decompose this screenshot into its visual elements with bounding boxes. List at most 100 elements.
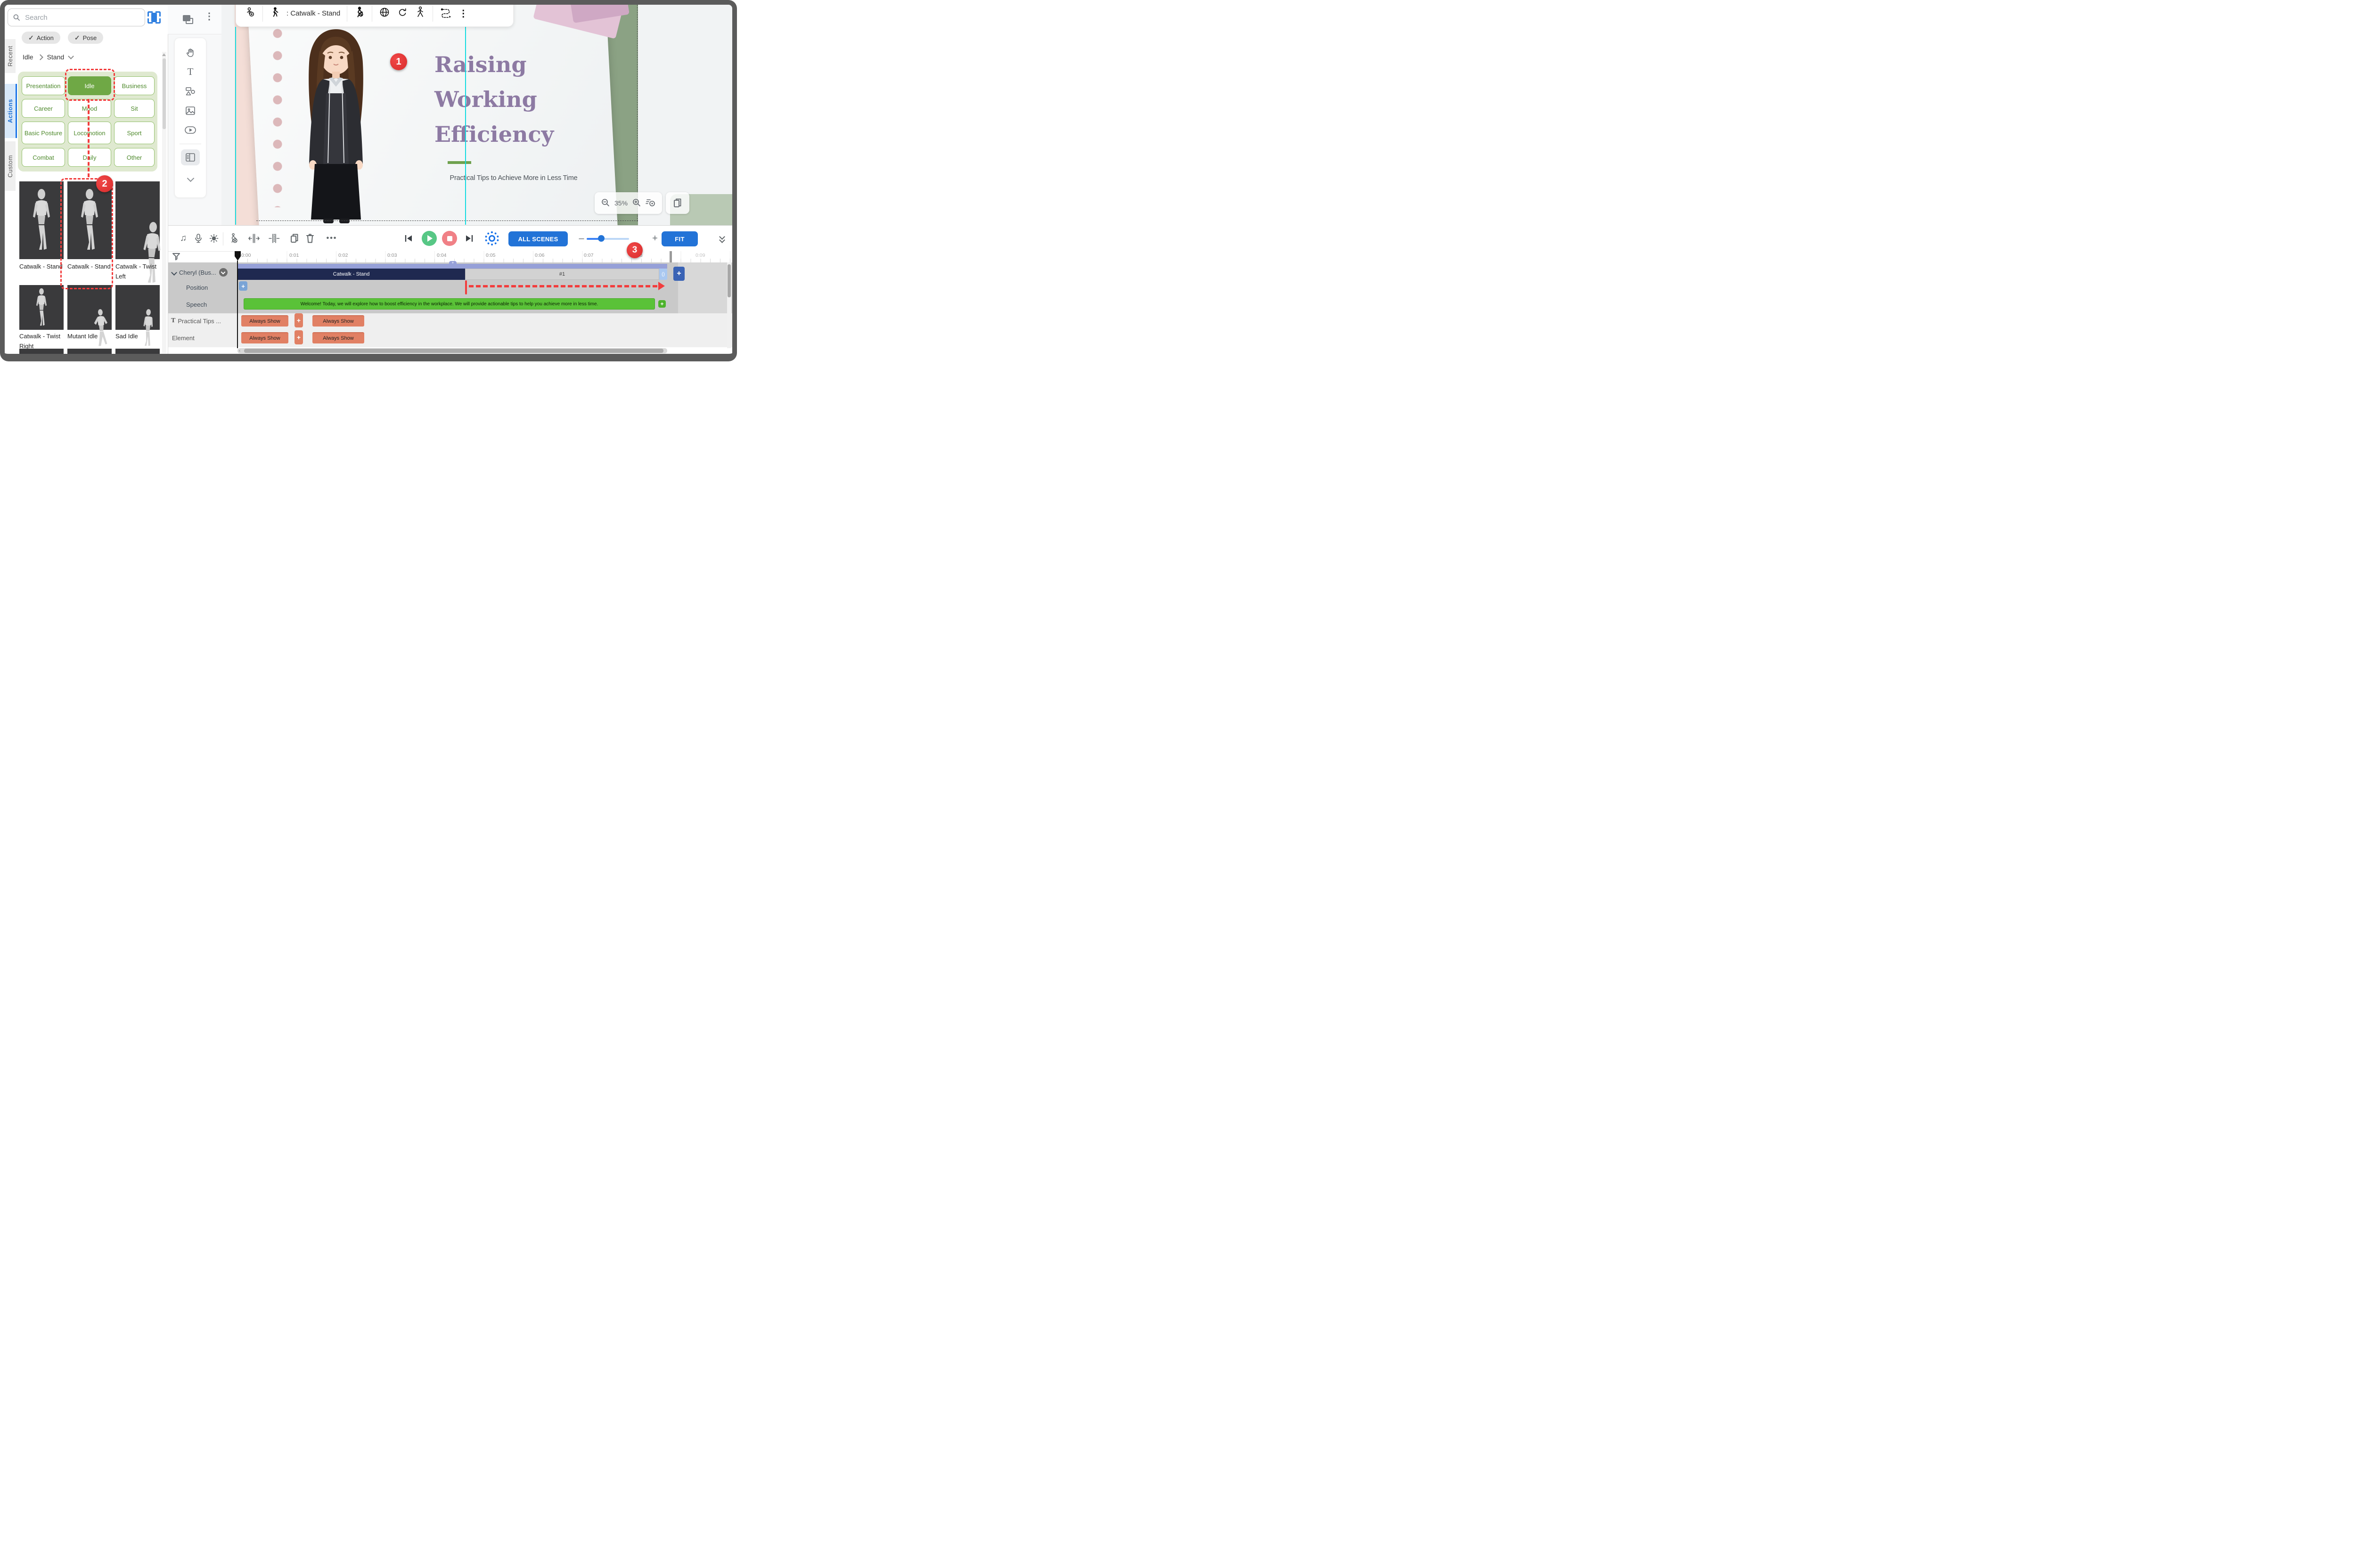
category-daily[interactable]: Daily: [68, 148, 111, 167]
pose-reset-icon[interactable]: [415, 6, 426, 21]
split-left-icon[interactable]: [247, 231, 261, 245]
category-career[interactable]: Career: [22, 99, 65, 118]
always-show-chip[interactable]: Always Show: [241, 332, 288, 343]
walk-action-icon[interactable]: [270, 7, 280, 20]
speech-clip[interactable]: Welcome! Today, we will explore how to b…: [244, 298, 655, 310]
zoom-in-icon[interactable]: [632, 198, 641, 209]
filter-chip-action[interactable]: ✓Action: [22, 32, 60, 44]
clip-stretch-handle[interactable]: (): [659, 269, 667, 280]
add-element-keyframe[interactable]: +: [294, 330, 303, 344]
thumbnail-mutant-idle[interactable]: [67, 285, 112, 330]
collapse-double-chevron[interactable]: [715, 231, 729, 245]
track-label-position[interactable]: Position: [186, 284, 208, 291]
category-combat[interactable]: Combat: [22, 148, 65, 167]
brightness-icon[interactable]: [207, 231, 221, 245]
copy-icon[interactable]: [287, 231, 302, 245]
video-tool[interactable]: [181, 122, 200, 138]
thumbnail-catwalk-twist-right[interactable]: [19, 285, 64, 330]
breadcrumb-parent[interactable]: Idle: [23, 53, 33, 61]
chevron-down-icon[interactable]: [68, 53, 74, 59]
timeline-vscrollbar[interactable]: [727, 262, 731, 348]
tab-custom[interactable]: Custom: [4, 141, 16, 191]
tab-actions[interactable]: Actions: [4, 84, 17, 138]
character-avatar[interactable]: [286, 23, 385, 225]
rotate-icon[interactable]: [397, 7, 408, 20]
skip-start-icon[interactable]: [401, 231, 416, 245]
timeline-ruler[interactable]: 0:00 0:01 0:02 0:03 0:04 0:05 0:06 0:07 …: [237, 251, 732, 263]
more-options-icon[interactable]: ⋮: [458, 8, 468, 19]
layers-icon[interactable]: [183, 15, 193, 24]
add-keyframe-tab[interactable]: +: [449, 261, 457, 265]
zoom-percent[interactable]: 35%: [614, 199, 628, 207]
track-label-element[interactable]: Element: [172, 335, 195, 342]
text-tool[interactable]: T: [181, 64, 200, 80]
search-input[interactable]: [24, 13, 140, 22]
thumbnail-partial[interactable]: [19, 349, 64, 354]
filter-chip-pose[interactable]: ✓Pose: [68, 32, 103, 44]
image-tool[interactable]: [181, 103, 200, 119]
filter-icon[interactable]: [172, 252, 180, 263]
slide-subtitle[interactable]: Practical Tips to Achieve More in Less T…: [429, 174, 598, 182]
zoom-out-icon[interactable]: [601, 198, 610, 209]
track-label-speech[interactable]: Speech: [186, 301, 207, 308]
all-scenes-button[interactable]: ALL SCENES: [508, 231, 568, 246]
slide-title[interactable]: Raising Working Efficiency: [434, 47, 595, 152]
category-idle[interactable]: Idle: [68, 76, 111, 95]
zoom-plus-icon[interactable]: +: [648, 231, 662, 245]
music-icon[interactable]: ♫: [176, 231, 190, 245]
category-locomotion[interactable]: Locomotion: [68, 122, 111, 144]
thumbnail-sad-idle[interactable]: [115, 285, 160, 330]
add-position-button[interactable]: +: [239, 281, 247, 291]
collapse-circle-icon[interactable]: [219, 268, 228, 277]
add-text-keyframe[interactable]: +: [294, 313, 303, 327]
character-icon[interactable]: [245, 7, 256, 20]
always-show-chip[interactable]: Always Show: [312, 315, 364, 327]
category-sit[interactable]: Sit: [114, 99, 155, 118]
ellipsis-icon[interactable]: •••: [325, 231, 339, 245]
microphone-icon[interactable]: [191, 231, 205, 245]
shapes-tool[interactable]: [181, 83, 200, 99]
add-action-button[interactable]: +: [673, 267, 685, 281]
tab-recent[interactable]: Recent: [4, 39, 16, 73]
palette-collapse-chevron[interactable]: [181, 170, 200, 186]
category-presentation[interactable]: Presentation: [22, 76, 65, 95]
settings-gear-icon[interactable]: [485, 231, 499, 245]
track-label-text[interactable]: T Practical Tips ...: [171, 317, 221, 325]
remove-action-icon[interactable]: [227, 231, 241, 245]
playhead-line[interactable]: [237, 261, 238, 348]
preview-speed-icon[interactable]: [646, 198, 656, 209]
thumbnail-catwalk-stand-1[interactable]: [19, 181, 64, 259]
motion-icon[interactable]: [354, 7, 365, 20]
add-speech-button[interactable]: +: [658, 300, 666, 308]
split-clip-icon[interactable]: [267, 231, 281, 245]
category-business[interactable]: Business: [114, 76, 155, 95]
fit-button[interactable]: FIT: [662, 231, 698, 246]
clip-segment-1[interactable]: #1: [465, 269, 659, 280]
hand-tool[interactable]: [181, 45, 200, 61]
delete-icon[interactable]: [303, 231, 317, 245]
scene-end-marker[interactable]: [670, 251, 672, 262]
layout-panel-tool[interactable]: [181, 149, 200, 165]
breadcrumb-current[interactable]: Stand: [47, 53, 65, 61]
duplicate-button[interactable]: [666, 192, 689, 214]
track-label-character[interactable]: Cheryl (Bus...: [172, 268, 228, 277]
category-mood[interactable]: Mood: [68, 99, 111, 118]
motion-path-icon[interactable]: [440, 7, 452, 20]
timeline-hscrollbar[interactable]: ‹: [237, 348, 667, 353]
thumbnail-partial[interactable]: [67, 349, 112, 354]
skip-end-icon[interactable]: [462, 231, 476, 245]
scan-capture-icon[interactable]: [147, 11, 161, 24]
always-show-chip[interactable]: Always Show: [241, 315, 288, 327]
stop-button[interactable]: [442, 231, 457, 246]
panel-scrollbar[interactable]: [162, 52, 166, 353]
thumbnail-catwalk-stand-2[interactable]: [67, 181, 112, 259]
kebab-menu-icon[interactable]: ⋮: [205, 10, 214, 22]
thumbnail-partial[interactable]: [115, 349, 160, 354]
always-show-chip[interactable]: Always Show: [312, 332, 364, 343]
category-other[interactable]: Other: [114, 148, 155, 167]
current-action-label[interactable]: : Catwalk - Stand: [286, 9, 340, 17]
clip-catwalk-stand[interactable]: Catwalk - Stand: [237, 269, 465, 280]
play-button[interactable]: [422, 231, 437, 246]
globe-icon[interactable]: [379, 7, 390, 20]
category-basic-posture[interactable]: Basic Posture: [22, 122, 65, 144]
